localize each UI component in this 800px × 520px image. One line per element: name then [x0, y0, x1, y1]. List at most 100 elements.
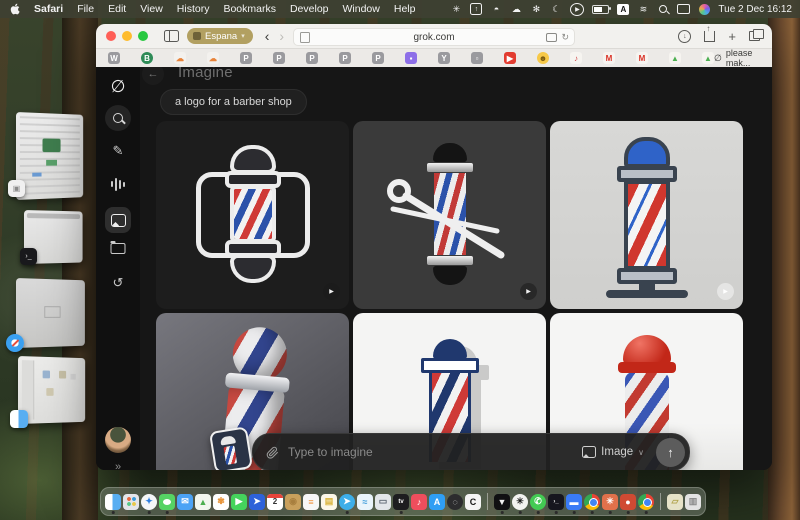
favicon-cloud-site-2[interactable]: ☁ [207, 52, 219, 64]
menu-item-app[interactable]: Safari [34, 3, 63, 15]
dock-app-telegram[interactable]: ➤ [339, 493, 355, 514]
share-icon[interactable] [704, 24, 716, 42]
dock-app-grok[interactable]: ▼ [494, 493, 510, 514]
dock-app-whatsapp[interactable]: ✆ [530, 493, 546, 514]
dock-app-terminal-app[interactable]: ›_ [548, 493, 564, 514]
favicon-p-site-5[interactable]: P [372, 52, 384, 64]
dock-app-downloads-folder[interactable]: ▱ [667, 493, 683, 510]
favicon-gray-site[interactable]: ▫ [471, 52, 483, 64]
favicon-b-green-site[interactable]: B [141, 52, 153, 64]
prompt-chip[interactable]: a logo for a barber shop [160, 89, 307, 115]
favicon-youtube[interactable]: ▶ [504, 52, 516, 64]
dock-app-reminders[interactable]: ≡ [303, 493, 319, 510]
dock-app-music[interactable]: ♪ [411, 493, 427, 510]
dock-app-capcut[interactable]: C [465, 493, 481, 510]
favicon-music-site[interactable]: ♪ [570, 52, 582, 64]
dock-app-maps[interactable]: ▲ [195, 493, 211, 510]
favicon-emoji-site[interactable]: ☻ [537, 52, 549, 64]
search-icon[interactable] [105, 105, 131, 131]
battery-icon[interactable] [592, 3, 612, 15]
dock-app-finder[interactable] [105, 493, 121, 514]
compose-icon[interactable]: ✎ [113, 143, 124, 159]
dock-app-chrome-2[interactable] [638, 493, 654, 514]
stage-thumbnail-safari[interactable] [16, 278, 85, 348]
dock-app-notes[interactable]: ▤ [321, 493, 337, 510]
dock-app-red-orb-app[interactable]: ● [620, 493, 636, 514]
dock-app-waves-app[interactable]: ≈ [357, 493, 373, 510]
favicon-drive-2[interactable]: ▲ [702, 52, 714, 64]
shield-icon[interactable]: ◓ [490, 3, 502, 15]
dock-app-claude[interactable]: ✳ [602, 493, 618, 514]
imagine-tab-icon[interactable] [105, 207, 131, 233]
files-icon[interactable] [110, 241, 126, 254]
history-icon[interactable]: ↺ [113, 275, 124, 291]
dock-app-spiral-app[interactable]: ◌ [447, 493, 463, 510]
play-button[interactable]: ▶ [520, 283, 537, 300]
mode-selector[interactable]: Image ∨ [582, 446, 644, 458]
submit-button[interactable]: ↑ [656, 437, 685, 467]
dock-app-launchpad[interactable] [123, 493, 139, 510]
sidebar-toggle-icon[interactable] [164, 30, 179, 42]
favicon-gmail-2[interactable]: M [636, 52, 648, 64]
dock-app-gold-app[interactable]: ◉ [285, 493, 301, 510]
favicon-y-site[interactable]: Y [438, 52, 450, 64]
dock-app-trash[interactable]: ▥ [685, 493, 701, 510]
tab-group-button[interactable]: Espana ▾ [187, 28, 253, 44]
menu-item-edit[interactable]: Edit [108, 3, 126, 15]
play-icon[interactable]: ▶ [570, 2, 585, 16]
search-icon[interactable] [657, 3, 669, 15]
attachment-thumbnail[interactable] [208, 426, 254, 470]
favicon-w-site[interactable]: W [108, 52, 120, 64]
forward-button[interactable]: › [279, 29, 284, 43]
menu-item-history[interactable]: History [177, 3, 210, 15]
back-circle-button[interactable]: ← [142, 67, 164, 85]
dock-app-calendar[interactable]: 2 [267, 493, 283, 510]
stage-thumbnail-dev-tool[interactable] [16, 112, 84, 200]
gear-icon[interactable]: ✻ [530, 3, 542, 15]
play-button[interactable]: ▶ [323, 283, 340, 300]
terminal-icon[interactable]: ›_ [20, 248, 37, 265]
new-tab-icon[interactable]: + [728, 30, 736, 43]
box-up-icon[interactable]: ↑ [470, 3, 483, 15]
burst-icon[interactable]: ✳ [450, 3, 462, 15]
generated-image-tile-3[interactable]: ▶ [550, 121, 743, 309]
input-a-icon[interactable]: A [617, 3, 630, 15]
dock-app-mail[interactable]: ✉ [177, 493, 193, 510]
apple-menu-icon[interactable] [10, 3, 20, 15]
expand-sidebar-icon[interactable]: » [115, 461, 121, 470]
imagine-input[interactable]: Type to imagine [288, 445, 373, 459]
favicon-drive-1[interactable]: ▲ [669, 52, 681, 64]
favicon-p-site-3[interactable]: P [306, 52, 318, 64]
favicon-p-site-1[interactable]: P [240, 52, 252, 64]
wifi-icon[interactable]: ≋ [637, 3, 649, 15]
downloads-icon[interactable]: ↓ [678, 29, 692, 43]
stage-thumbnail-finder[interactable] [18, 356, 86, 424]
menu-item-help[interactable]: Help [394, 3, 416, 15]
menu-bar-clock[interactable]: Tue 2 Dec 16:12 [718, 4, 792, 15]
minimize-button[interactable] [122, 31, 132, 41]
attach-icon[interactable] [266, 446, 279, 459]
dock-app-paper-plane-mail[interactable]: ➤ [249, 493, 265, 510]
grok-logo-icon[interactable]: ∅ [111, 77, 126, 97]
play-button[interactable]: ▶ [717, 283, 734, 300]
box-app-icon[interactable]: ▣ [8, 180, 25, 197]
dock-app-chatgpt[interactable]: ✳ [512, 493, 528, 514]
dock-app-app-store[interactable]: A [429, 493, 445, 510]
cloud-icon[interactable]: ☁ [510, 3, 522, 15]
back-button[interactable]: ‹ [265, 29, 270, 43]
dock-app-messages[interactable] [159, 493, 175, 514]
bookmark-item[interactable]: ∅ please mak... [714, 48, 764, 68]
close-button[interactable] [106, 31, 116, 41]
menu-item-window[interactable]: Window [343, 3, 380, 15]
dock-app-safari[interactable]: ✦ [141, 493, 157, 514]
siri-icon[interactable] [698, 3, 710, 15]
address-bar[interactable]: grok.com ↻ [293, 28, 575, 46]
imagine-composer[interactable]: Type to imagine Image ∨ ↑ [252, 433, 690, 470]
dock-app-photos[interactable]: ✾ [213, 493, 229, 510]
tab-overview-icon[interactable] [749, 28, 764, 41]
menu-item-view[interactable]: View [140, 3, 163, 15]
favicon-cloud-site-1[interactable]: ☁ [174, 52, 186, 64]
avatar[interactable] [105, 427, 131, 453]
favicon-gmail-1[interactable]: M [603, 52, 615, 64]
dock-app-chrome[interactable] [584, 493, 600, 514]
